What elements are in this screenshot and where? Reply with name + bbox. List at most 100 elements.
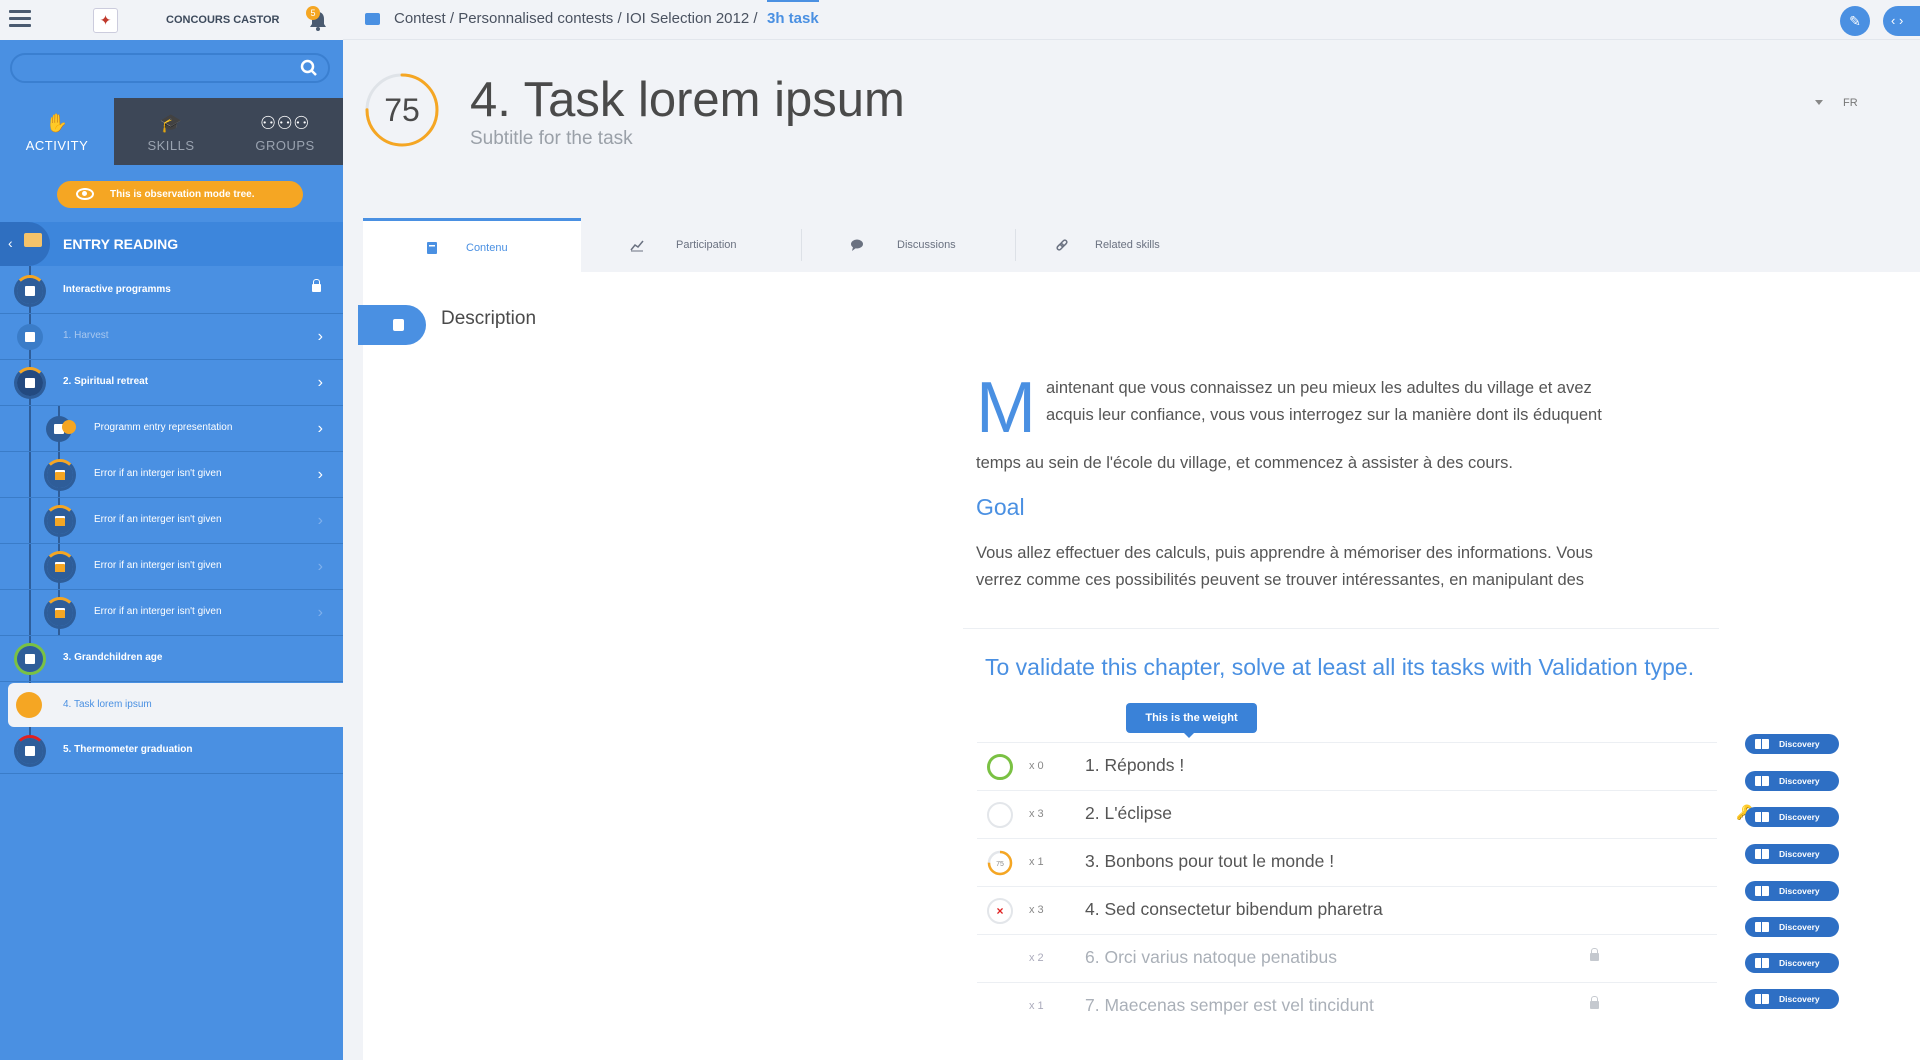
task-weight: x 0 [1029,760,1044,772]
task-name[interactable]: 7. Maecenas semper est vel tincidunt [1085,995,1374,1016]
observation-banner-text: This is observation mode tree. [110,189,255,200]
task-name[interactable]: 1. Réponds ! [1085,755,1184,776]
tab-activity[interactable]: ✋ ACTIVITY [0,98,114,165]
sidebar-item-label: Error if an interger isn't given [94,560,222,571]
discovery-button[interactable]: Discovery [1745,771,1839,791]
eye-icon [76,188,94,200]
graduation-cap-icon: 🎓 [159,113,183,133]
edit-button[interactable]: ✎ [1840,6,1870,36]
folder-mini-icon [55,564,65,572]
chevron-right-icon[interactable]: › [318,374,323,392]
discovery-button[interactable]: Discovery [1745,953,1839,973]
chevron-right-icon[interactable]: › [318,328,323,346]
sidebar-item-label: 5. Thermometer graduation [63,744,193,755]
breadcrumb-current[interactable]: 3h task [767,10,819,27]
tree-section-title: ENTRY READING [63,236,179,252]
sidebar-item-grandchildren-age[interactable]: 3. Grandchildren age [0,636,343,682]
lock-icon [1590,948,1599,961]
sidebar-item-label: 4. Task lorem ipsum [63,699,152,710]
weight-tooltip: This is the weight [1126,703,1257,738]
progress-status-icon: 75 [987,850,1013,876]
book-open-icon [1755,849,1769,859]
tab-participation[interactable]: Participation [581,218,801,272]
sidebar-top-bar: ✦ CONCOURS CASTOR 5 [0,0,343,40]
task-name[interactable]: 3. Bonbons pour tout le monde ! [1085,851,1334,872]
sidebar-item-programm-entry[interactable]: Programm entry representation › [0,406,343,452]
notification-badge: 5 [306,6,320,20]
discovery-label: Discovery [1779,812,1820,822]
prev-next-button[interactable]: ‹ › [1883,6,1920,36]
sidebar-item-label: 2. Spiritual retreat [63,376,149,387]
failed-status-icon: × [987,898,1013,924]
discovery-label: Discovery [1779,958,1820,968]
language-dropdown-caret-icon[interactable] [1815,100,1823,105]
task-row-3[interactable]: 75 x 1 3. Bonbons pour tout le monde ! [977,838,1717,886]
sidebar-item-label: 3. Grandchildren age [63,652,163,663]
discovery-button[interactable]: Discovery [1745,917,1839,937]
task-row-1[interactable]: x 0 1. Réponds ! [977,742,1717,790]
link-icon [1056,239,1068,251]
tab-discussions[interactable]: Discussions [801,218,1015,272]
task-name[interactable]: 2. L'éclipse [1085,803,1172,824]
document-icon [16,692,42,718]
discovery-label: Discovery [1779,886,1820,896]
discovery-button[interactable]: Discovery [1745,881,1839,901]
sidebar-item-thermometer-graduation[interactable]: 5. Thermometer graduation [0,728,343,774]
discovery-button[interactable]: Discovery [1745,734,1839,754]
plus-icon [17,370,43,396]
chevron-right-icon[interactable]: › [318,558,323,576]
chevron-right-icon[interactable]: › [318,466,323,484]
sidebar-item-error-1[interactable]: Error if an interger isn't given › [0,452,343,498]
goal-heading: Goal [976,494,1025,520]
tab-related-skills-label: Related skills [1095,239,1160,251]
sidebar-item-error-2[interactable]: Error if an interger isn't given › [0,498,343,544]
sidebar-item-label: Error if an interger isn't given [94,468,222,479]
sidebar-item-error-3[interactable]: Error if an interger isn't given › [0,544,343,590]
sidebar-item-interactive-programms[interactable]: Interactive programms [0,268,343,314]
sidebar-item-label: Error if an interger isn't given [94,514,222,525]
sidebar-item-error-4[interactable]: Error if an interger isn't given › [0,590,343,636]
sidebar-item-task-lorem-ipsum[interactable]: 4. Task lorem ipsum [8,683,343,727]
tab-participation-label: Participation [676,239,737,251]
tab-contenu[interactable]: Contenu [363,218,581,272]
tab-skills-label: SKILLS [147,138,195,153]
task-weight: x 3 [1029,904,1044,916]
content-tabs: Contenu Participation Discussions Relate… [363,218,1920,272]
discovery-button[interactable]: Discovery [1745,807,1839,827]
book-open-icon [1755,886,1769,896]
task-row-7[interactable]: x 1 7. Maecenas semper est vel tincidunt [977,982,1717,1030]
book-icon [393,319,404,331]
tab-groups[interactable]: ⚇⚇⚇ GROUPS [228,98,342,165]
search-icon[interactable] [300,59,318,77]
chevron-right-icon[interactable]: › [318,512,323,530]
discovery-button[interactable]: Discovery [1745,989,1839,1009]
book-open-icon [1755,994,1769,1004]
discovery-button[interactable]: Discovery [1745,844,1839,864]
task-name[interactable]: 6. Orci varius natoque penatibus [1085,947,1337,968]
not-started-status-icon [987,802,1013,828]
book-icon [427,242,437,254]
sidebar-item-label: Interactive programms [63,284,171,295]
groups-icon: ⚇⚇⚇ [260,113,310,133]
sidebar-item-harvest[interactable]: 1. Harvest › [0,314,343,360]
task-row-4[interactable]: × x 3 4. Sed consectetur bibendum pharet… [977,886,1717,934]
folder-mini-icon [55,472,65,480]
book-open-icon [1755,922,1769,932]
discovery-label: Discovery [1779,776,1820,786]
tree-section-header[interactable]: ‹ ENTRY READING [0,222,343,266]
breadcrumb[interactable]: Contest / Personnalised contests / IOI S… [394,10,758,27]
observation-mode-banner: This is observation mode tree. [57,181,303,208]
task-name[interactable]: 4. Sed consectetur bibendum pharetra [1085,899,1383,920]
sidebar-search-input[interactable] [10,53,330,83]
chevron-right-icon[interactable]: › [318,420,323,438]
task-row-2[interactable]: x 3 2. L'éclipse [977,790,1717,838]
chevron-right-icon[interactable]: › [318,604,323,622]
menu-icon[interactable] [9,10,31,28]
tab-related-skills[interactable]: Related skills [1015,218,1235,272]
language-select[interactable]: FR [1843,97,1858,109]
task-row-6[interactable]: x 2 6. Orci varius natoque penatibus [977,934,1717,982]
sidebar-item-spiritual-retreat[interactable]: 2. Spiritual retreat › [0,360,343,406]
chat-icon [851,239,863,251]
discovery-label: Discovery [1779,922,1820,932]
tab-skills[interactable]: 🎓 SKILLS [114,98,228,165]
